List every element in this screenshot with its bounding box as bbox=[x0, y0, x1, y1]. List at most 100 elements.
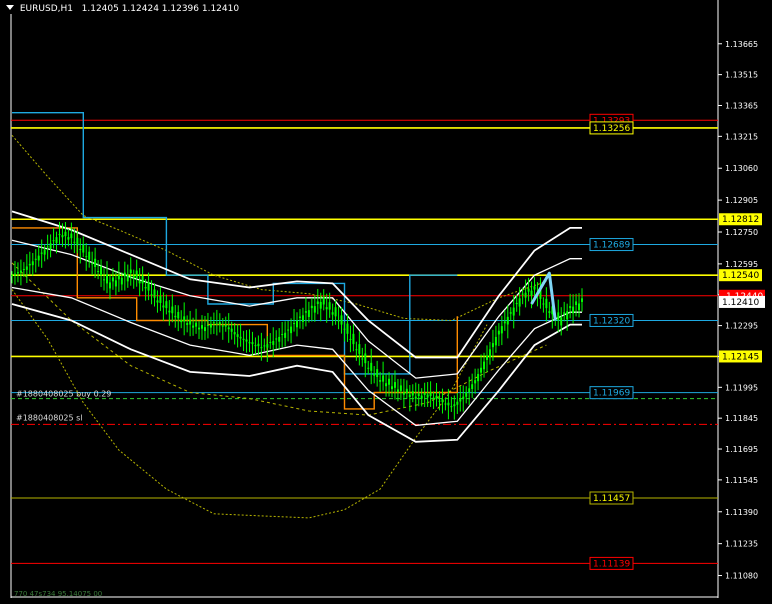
level-label: 1.12145 bbox=[722, 352, 759, 362]
candle-body bbox=[153, 289, 156, 298]
candle-body bbox=[512, 307, 515, 316]
candle-body bbox=[349, 338, 352, 340]
candle-body bbox=[269, 341, 272, 343]
candle-body bbox=[239, 336, 242, 339]
candle-body bbox=[58, 234, 61, 236]
candle-body bbox=[11, 275, 13, 277]
candle-body bbox=[64, 231, 67, 237]
candle-body bbox=[453, 404, 456, 407]
candle-body bbox=[100, 266, 103, 276]
candle-body bbox=[316, 301, 319, 304]
candle-body bbox=[201, 325, 203, 329]
candle-body bbox=[31, 261, 34, 266]
buy-line-label: #1880408025 buy 0.29 bbox=[16, 390, 111, 399]
candle-body bbox=[248, 342, 251, 344]
candle-body bbox=[150, 294, 153, 296]
candle-body bbox=[491, 343, 494, 348]
candle-body bbox=[13, 273, 16, 276]
candle-body bbox=[486, 355, 488, 360]
level-label: 1.11457 bbox=[593, 494, 630, 504]
candle-body bbox=[450, 406, 453, 408]
level-label: 1.13256 bbox=[593, 124, 630, 134]
candle-body bbox=[346, 323, 349, 334]
candle-body bbox=[49, 243, 52, 249]
candle-body bbox=[275, 338, 278, 340]
candle-body bbox=[438, 400, 441, 402]
candle-body bbox=[423, 392, 426, 396]
candle-body bbox=[168, 310, 171, 313]
candle-body bbox=[67, 237, 70, 240]
candle-body bbox=[218, 322, 221, 325]
candle-body bbox=[494, 336, 497, 346]
footer-text: 770 47s734 95.14075 00 bbox=[14, 590, 102, 598]
candle-body bbox=[123, 272, 126, 277]
current-price-label: 1.12410 bbox=[722, 298, 759, 308]
candle-body bbox=[402, 392, 405, 395]
candle-body bbox=[293, 323, 296, 325]
chart-header: EURUSD,H1 1.12405 1.12424 1.12396 1.1241… bbox=[6, 4, 239, 14]
candle-body bbox=[548, 311, 551, 313]
candle-body bbox=[70, 233, 73, 239]
candle-body bbox=[209, 324, 212, 328]
candle-body bbox=[272, 341, 275, 345]
candle-body bbox=[278, 336, 281, 342]
candle-body bbox=[426, 394, 429, 398]
candle-body bbox=[474, 380, 477, 384]
candle-body bbox=[521, 293, 524, 295]
candle-body bbox=[578, 303, 581, 311]
candle-body bbox=[420, 395, 423, 399]
candle-body bbox=[73, 241, 76, 243]
y-tick-label: 1.12595 bbox=[725, 260, 758, 269]
candle-body bbox=[103, 279, 106, 281]
candle-body bbox=[242, 338, 245, 340]
candle-body bbox=[477, 373, 480, 382]
candle-body bbox=[429, 392, 432, 397]
chart-container[interactable]: 1.13665 1.13515 1.13365 1.13215 1.13060 1.129… bbox=[0, 0, 772, 600]
candle-body bbox=[447, 402, 450, 406]
candle-body bbox=[212, 322, 215, 324]
candle-body bbox=[530, 290, 533, 296]
y-tick-label: 1.11235 bbox=[725, 540, 758, 549]
candle-body bbox=[233, 332, 236, 335]
price-chart[interactable]: 1.13665 1.13515 1.13365 1.13215 1.13060 1.129… bbox=[0, 0, 772, 600]
y-tick-label: 1.11545 bbox=[725, 476, 758, 485]
candle-body bbox=[183, 316, 186, 322]
candle-body bbox=[106, 274, 108, 284]
chart-menu-icon[interactable] bbox=[6, 5, 14, 10]
candle-body bbox=[376, 369, 379, 378]
y-tick-label: 1.12750 bbox=[725, 228, 758, 237]
candle-body bbox=[435, 395, 438, 400]
candle-body bbox=[114, 280, 117, 287]
y-tick-label: 1.13215 bbox=[725, 132, 758, 141]
chart-symbol: EURUSD,H1 bbox=[19, 4, 73, 14]
y-tick-label: 1.11995 bbox=[725, 383, 758, 392]
candle-body bbox=[97, 271, 100, 273]
candle-body bbox=[557, 312, 560, 321]
candle-body bbox=[509, 312, 512, 314]
candle-body bbox=[88, 251, 91, 260]
candle-body bbox=[310, 305, 313, 309]
candle-body bbox=[52, 240, 55, 242]
candle-body bbox=[120, 277, 123, 285]
candle-body bbox=[325, 307, 328, 310]
candle-body bbox=[301, 315, 304, 322]
candle-body bbox=[287, 329, 290, 331]
candle-body bbox=[236, 334, 239, 337]
candle-body bbox=[497, 330, 500, 335]
candle-body bbox=[25, 266, 28, 270]
candle-body bbox=[545, 298, 548, 309]
candle-body bbox=[456, 401, 459, 405]
y-tick-label: 1.11390 bbox=[725, 508, 758, 517]
candle-body bbox=[186, 323, 189, 325]
candle-body bbox=[560, 317, 563, 326]
candle-body bbox=[37, 255, 40, 261]
candle-body bbox=[141, 275, 144, 284]
candle-body bbox=[251, 342, 254, 345]
candle-body bbox=[111, 277, 114, 282]
candle-body bbox=[61, 235, 64, 238]
y-tick-label: 1.12905 bbox=[725, 196, 758, 205]
candle-body bbox=[370, 362, 373, 371]
candle-body bbox=[76, 237, 79, 246]
candle-body bbox=[144, 287, 147, 289]
candle-body bbox=[40, 252, 43, 254]
